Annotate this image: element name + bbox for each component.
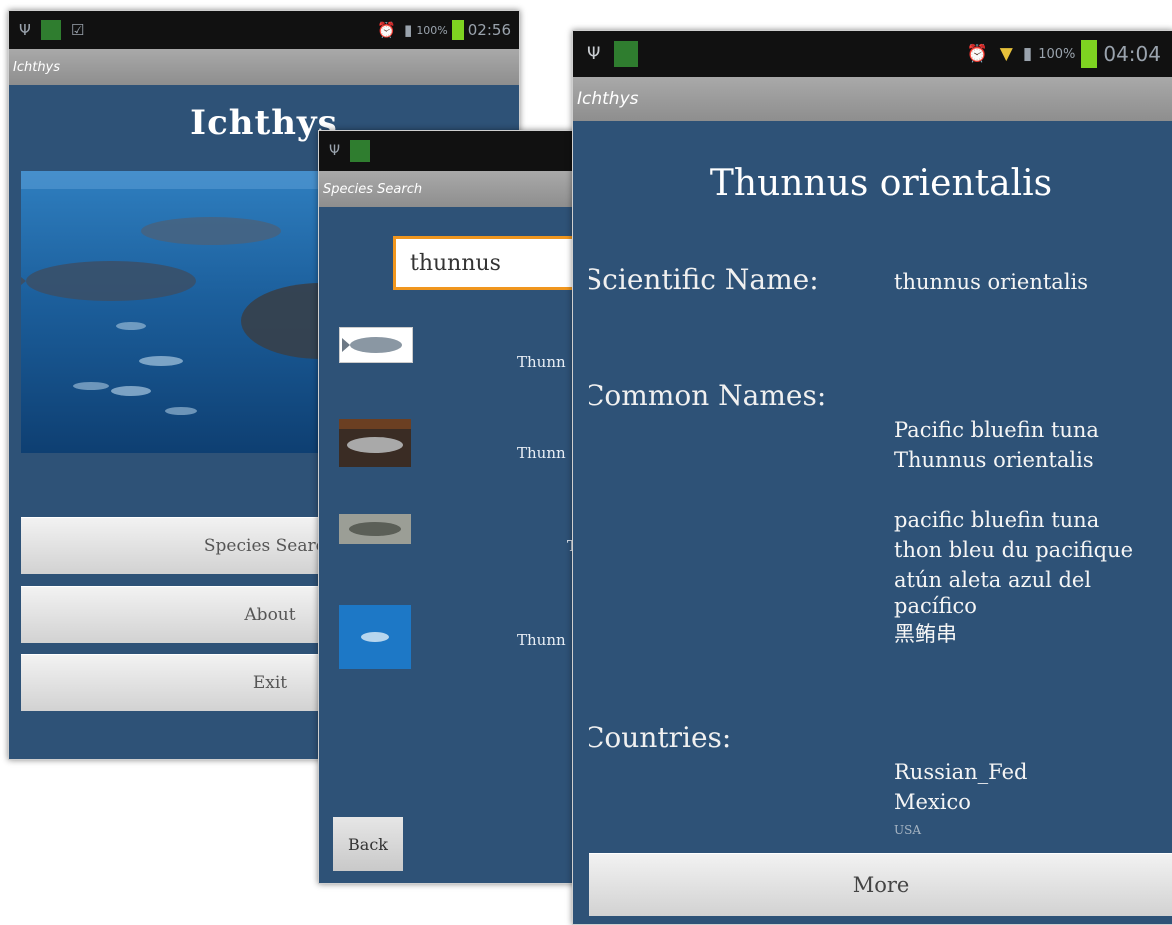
scientific-name-value: thunnus orientalis bbox=[894, 270, 1089, 294]
more-label: More bbox=[852, 873, 910, 897]
result-thumbnail bbox=[339, 419, 411, 467]
species-search-label: Species Search bbox=[203, 536, 337, 556]
exit-label: Exit bbox=[252, 673, 288, 693]
about-label: About bbox=[244, 605, 296, 625]
common-name: pacific bluefin tuna bbox=[894, 508, 1100, 532]
clock: 02:56 bbox=[467, 21, 511, 39]
common-name: Pacific bluefin tuna bbox=[894, 418, 1099, 442]
common-name: Thunnus orientalis bbox=[894, 448, 1094, 472]
title-bar: Ichthys bbox=[9, 49, 519, 85]
search-screen-phone: Ψ Species Search thunnus Thunn Thunn T T… bbox=[318, 130, 590, 884]
wifi-icon: ▼ bbox=[999, 44, 1013, 64]
alarm-icon: ⏰ bbox=[377, 21, 397, 39]
detail-screen-phone: Ψ ⏰ ▼ ▮ 100% 04:04 Ichthys Thunnus orien… bbox=[572, 30, 1172, 925]
signal-icon: ▮ bbox=[1022, 44, 1033, 64]
android-icon bbox=[614, 41, 639, 67]
countries-label: Countries: bbox=[589, 721, 732, 754]
species-heading: Thunnus orientalis bbox=[709, 163, 1053, 204]
back-label: Back bbox=[348, 834, 388, 854]
more-button[interactable]: More bbox=[589, 853, 1172, 916]
status-bar: Ψ ☑ ⏰ ▮ 100% 02:56 bbox=[9, 11, 519, 49]
result-thumbnail bbox=[339, 605, 411, 669]
search-input[interactable]: thunnus bbox=[393, 236, 589, 290]
search-query: thunnus bbox=[410, 250, 501, 276]
battery-icon bbox=[1081, 40, 1098, 68]
signal-icon: ▮ bbox=[404, 21, 413, 39]
usb-icon: Ψ bbox=[329, 143, 341, 159]
android-icon bbox=[350, 140, 371, 162]
result-label[interactable]: Thunn bbox=[517, 353, 566, 371]
usb-icon: Ψ bbox=[587, 44, 601, 64]
country: USA bbox=[894, 823, 921, 837]
common-name: pacífico bbox=[894, 594, 977, 618]
common-name: 黑鲔串 bbox=[894, 622, 957, 646]
species-detail: Thunnus orientalis Scientific Name: thun… bbox=[589, 121, 1172, 852]
result-label[interactable]: Thunn bbox=[517, 444, 566, 462]
result-thumbnail bbox=[339, 327, 413, 363]
battery-percent: 100% bbox=[1038, 46, 1076, 62]
usb-icon: Ψ bbox=[19, 21, 31, 39]
result-label[interactable]: Thunn bbox=[517, 631, 566, 649]
country: Mexico bbox=[894, 790, 971, 814]
clock: 04:04 bbox=[1103, 42, 1161, 66]
status-bar: Ψ bbox=[319, 131, 589, 171]
country: Russian_Fed bbox=[894, 760, 1028, 784]
result-thumbnail bbox=[339, 514, 411, 544]
common-names-label: Common Names: bbox=[589, 379, 827, 412]
common-name: thon bleu du pacifique bbox=[894, 538, 1134, 562]
alarm-icon: ⏰ bbox=[966, 44, 988, 64]
title-bar: Ichthys bbox=[573, 77, 1172, 121]
status-bar: Ψ ⏰ ▼ ▮ 100% 04:04 bbox=[573, 31, 1172, 77]
scientific-name-label: Scientific Name: bbox=[589, 263, 819, 296]
battery-percent: 100% bbox=[416, 23, 448, 37]
title-bar: Species Search bbox=[319, 171, 589, 207]
android-icon bbox=[40, 20, 61, 40]
back-button[interactable]: Back bbox=[333, 817, 403, 871]
check-icon: ☑ bbox=[70, 21, 85, 39]
battery-icon bbox=[451, 20, 464, 40]
